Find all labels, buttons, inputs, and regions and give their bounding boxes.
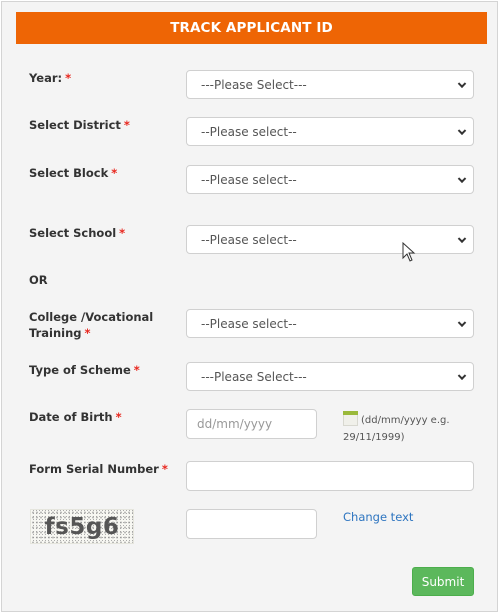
chevron-down-icon	[457, 318, 467, 327]
district-label: Select District *	[29, 118, 130, 132]
scheme-label: Type of Scheme *	[29, 363, 140, 377]
school-select[interactable]: --Please select--	[186, 225, 474, 254]
chevron-down-icon	[457, 174, 467, 183]
year-select-value: ---Please Select---	[201, 77, 307, 92]
year-select[interactable]: ---Please Select---	[186, 70, 474, 99]
page-title: TRACK APPLICANT ID	[16, 12, 487, 44]
block-label: Select Block *	[29, 166, 118, 180]
chevron-down-icon	[457, 126, 467, 135]
required-marker: *	[161, 462, 168, 476]
submit-button[interactable]: Submit	[412, 567, 474, 596]
required-marker: *	[119, 226, 126, 240]
chevron-down-icon	[457, 79, 467, 88]
dob-label: Date of Birth *	[29, 410, 122, 424]
college-select-value: --Please select--	[201, 316, 297, 331]
dob-hint: (dd/mm/yyyy e.g. 29/11/1999)	[343, 411, 483, 446]
block-select[interactable]: --Please select--	[186, 165, 474, 194]
track-applicant-panel: TRACK APPLICANT ID Year: * ---Please Sele…	[1, 1, 498, 612]
captcha-image: fs5g6	[30, 509, 134, 544]
district-select[interactable]: --Please select--	[186, 117, 474, 146]
school-select-value: --Please select--	[201, 232, 297, 247]
chevron-down-icon	[457, 371, 467, 380]
scheme-select[interactable]: ---Please Select---	[186, 362, 474, 391]
serial-number-input[interactable]	[186, 461, 474, 491]
college-select[interactable]: --Please select--	[186, 309, 474, 338]
required-marker: *	[84, 326, 91, 340]
or-separator: OR	[29, 273, 48, 287]
district-select-value: --Please select--	[201, 124, 297, 139]
school-label: Select School *	[29, 226, 126, 240]
serial-label: Form Serial Number *	[29, 462, 168, 476]
college-label: College /Vocational Training *	[29, 310, 154, 340]
scheme-select-value: ---Please Select---	[201, 369, 307, 384]
mouse-cursor-icon	[402, 242, 416, 262]
required-marker: *	[111, 166, 118, 180]
required-marker: *	[65, 71, 72, 85]
change-captcha-link[interactable]: Change text	[343, 510, 413, 524]
captcha-input[interactable]	[186, 509, 317, 539]
required-marker: *	[133, 363, 140, 377]
required-marker: *	[123, 118, 130, 132]
calendar-icon[interactable]	[343, 411, 358, 426]
dob-input[interactable]	[186, 409, 317, 439]
year-label: Year: *	[29, 71, 72, 85]
chevron-down-icon	[457, 234, 467, 243]
required-marker: *	[115, 410, 122, 424]
block-select-value: --Please select--	[201, 172, 297, 187]
